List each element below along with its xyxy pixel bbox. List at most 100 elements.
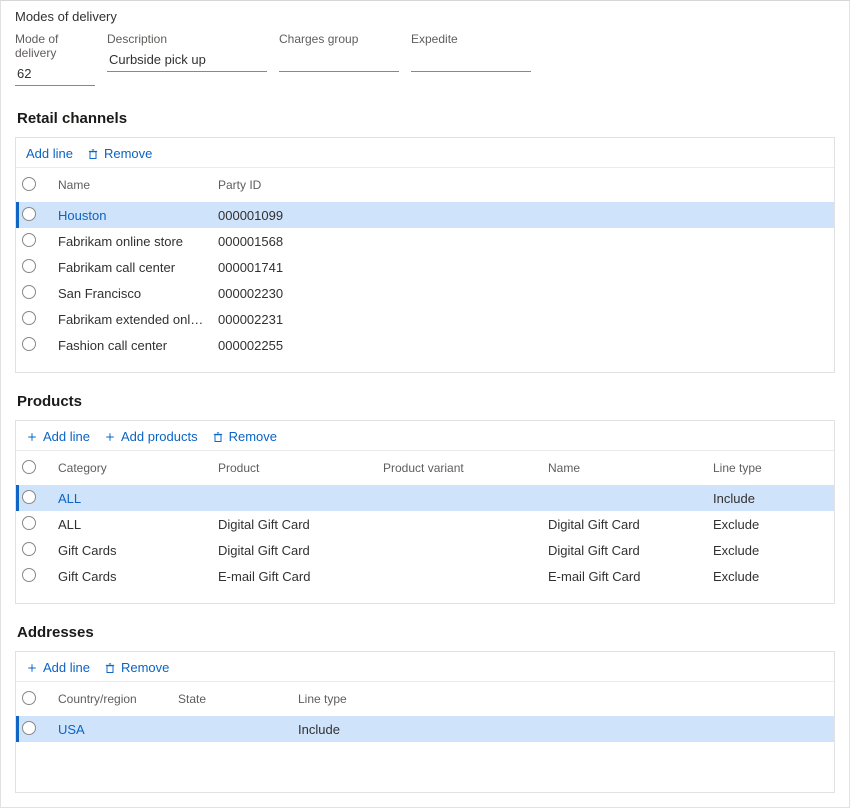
cell [377, 546, 542, 554]
field-label-charges: Charges group [279, 32, 399, 46]
table-row[interactable]: Gift CardsDigital Gift CardDigital Gift … [16, 537, 834, 563]
form-header: Modes of delivery Mode of delivery Descr… [1, 1, 849, 92]
col-party-id[interactable]: Party ID [212, 174, 382, 196]
row-radio[interactable] [22, 285, 36, 299]
col-country[interactable]: Country/region [52, 688, 172, 710]
row-radio[interactable] [22, 311, 36, 325]
select-all-radio[interactable] [22, 177, 36, 191]
table-row[interactable]: Fabrikam call center000001741 [16, 254, 834, 280]
remove-label: Remove [121, 660, 169, 675]
section-title-addresses: Addresses [15, 618, 835, 651]
addresses-head: Country/region State Line type [16, 681, 834, 716]
cell: Fashion call center [52, 334, 212, 357]
field-description: Description [107, 32, 267, 86]
table-row[interactable]: Fabrikam extended online store000002231 [16, 306, 834, 332]
channels-remove[interactable]: Remove [87, 146, 152, 161]
cell [412, 725, 824, 733]
cell [382, 237, 824, 245]
col-name[interactable]: Name [542, 457, 707, 479]
row-radio[interactable] [22, 207, 36, 221]
col-product[interactable]: Product [212, 457, 377, 479]
cell: ALL [52, 513, 212, 536]
cell: Exclude [707, 513, 827, 536]
select-all-radio[interactable] [22, 460, 36, 474]
page-title: Modes of delivery [15, 9, 835, 24]
cell: 000001741 [212, 256, 382, 279]
col-variant[interactable]: Product variant [377, 457, 542, 479]
field-expedite: Expedite [411, 32, 531, 86]
cell: USA [52, 718, 172, 741]
cell [377, 572, 542, 580]
col-name[interactable]: Name [52, 174, 212, 196]
cell: Exclude [707, 539, 827, 562]
add-line-label: Add line [43, 660, 90, 675]
cell: 000002231 [212, 308, 382, 331]
row-radio[interactable] [22, 568, 36, 582]
select-all-radio[interactable] [22, 691, 36, 705]
cell: Digital Gift Card [212, 513, 377, 536]
expedite-input[interactable] [411, 48, 531, 72]
cell: 000001568 [212, 230, 382, 253]
sections: Retail channels Add line Remove Name [1, 92, 849, 793]
section-title-products: Products [15, 387, 835, 420]
row-radio[interactable] [22, 490, 36, 504]
cell: E-mail Gift Card [212, 565, 377, 588]
col-category[interactable]: Category [52, 457, 212, 479]
row-radio[interactable] [22, 337, 36, 351]
table-row[interactable]: ALLDigital Gift CardDigital Gift CardExc… [16, 511, 834, 537]
products-body: ALLIncludeALLDigital Gift CardDigital Gi… [16, 485, 834, 597]
addresses-remove[interactable]: Remove [104, 660, 169, 675]
table-row[interactable]: San Francisco000002230 [16, 280, 834, 306]
col-state[interactable]: State [172, 688, 292, 710]
row-radio[interactable] [22, 516, 36, 530]
table-row[interactable]: Fabrikam online store000001568 [16, 228, 834, 254]
products-remove[interactable]: Remove [212, 429, 277, 444]
row-radio[interactable] [22, 542, 36, 556]
cell: Include [292, 718, 412, 741]
channels-body: Houston000001099Fabrikam online store000… [16, 202, 834, 366]
table-row[interactable]: Gift CardsE-mail Gift CardE-mail Gift Ca… [16, 563, 834, 589]
row-radio[interactable] [22, 259, 36, 273]
col-linetype[interactable]: Line type [292, 688, 412, 710]
mode-input[interactable] [15, 62, 95, 86]
cell: Gift Cards [52, 539, 212, 562]
channels-head: Name Party ID [16, 167, 834, 202]
row-radio[interactable] [22, 233, 36, 247]
description-input[interactable] [107, 48, 267, 72]
channels-grid: Name Party ID Houston000001099Fabrikam o… [16, 167, 834, 366]
cell [212, 494, 377, 502]
cell: Digital Gift Card [212, 539, 377, 562]
field-row: Mode of delivery Description Charges gro… [15, 32, 835, 92]
table-row[interactable]: ALLInclude [16, 485, 834, 511]
cell [382, 341, 824, 349]
field-charges-group: Charges group [279, 32, 399, 86]
cell [377, 520, 542, 528]
plus-icon [104, 431, 116, 443]
add-line-label: Add line [26, 146, 73, 161]
addresses-toolbar: Add line Remove [16, 652, 834, 681]
charges-input[interactable] [279, 48, 399, 72]
field-mode: Mode of delivery [15, 32, 95, 86]
cell [172, 725, 292, 733]
table-row[interactable]: Fashion call center000002255 [16, 332, 834, 358]
table-row[interactable]: USA Include [16, 716, 834, 742]
cell [382, 211, 824, 219]
plus-icon [26, 431, 38, 443]
section-products: Products Add line Add products Remove [15, 387, 835, 604]
channels-add-line[interactable]: Add line [26, 146, 73, 161]
trash-icon [104, 662, 116, 674]
products-add-products[interactable]: Add products [104, 429, 198, 444]
products-toolbar: Add line Add products Remove [16, 421, 834, 450]
cell: Gift Cards [52, 565, 212, 588]
remove-label: Remove [104, 146, 152, 161]
cell: Fabrikam call center [52, 256, 212, 279]
cell: Digital Gift Card [542, 539, 707, 562]
table-row[interactable]: Houston000001099 [16, 202, 834, 228]
col-linetype[interactable]: Line type [707, 457, 827, 479]
row-radio[interactable] [22, 721, 36, 735]
section-title-channels: Retail channels [15, 104, 835, 137]
cell: Exclude [707, 565, 827, 588]
addresses-add-line[interactable]: Add line [26, 660, 90, 675]
remove-label: Remove [229, 429, 277, 444]
products-add-line[interactable]: Add line [26, 429, 90, 444]
